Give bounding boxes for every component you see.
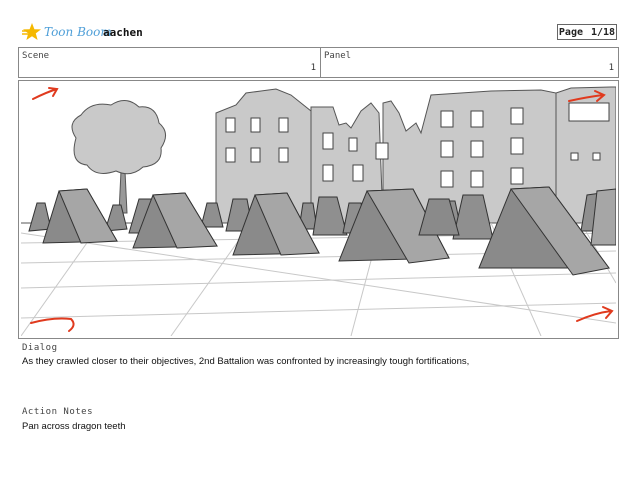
project-name: aachen (103, 26, 143, 39)
dialog-text: As they crawled closer to their objectiv… (22, 356, 470, 367)
toon-boom-logo: Toon Boom (22, 22, 112, 42)
dialog-label: Dialog (22, 343, 58, 353)
scene-panel-header (18, 47, 619, 78)
action-notes-label: Action Notes (22, 407, 94, 417)
page-label: Page (558, 26, 583, 38)
scene-value: 1 (310, 63, 316, 73)
panel-label: Panel (324, 51, 352, 61)
action-notes-text: Pan across dragon teeth (22, 421, 126, 432)
toon-boom-star-logo-icon (22, 23, 41, 40)
storyboard-drawing (21, 83, 616, 336)
scene-label: Scene (22, 51, 50, 61)
page-indicator: Page 1/18 (557, 24, 617, 40)
header-divider (320, 47, 321, 78)
panel-value: 1 (608, 63, 614, 73)
brand-name: Toon Boom (44, 25, 112, 39)
page-value: 1/18 (591, 26, 616, 38)
